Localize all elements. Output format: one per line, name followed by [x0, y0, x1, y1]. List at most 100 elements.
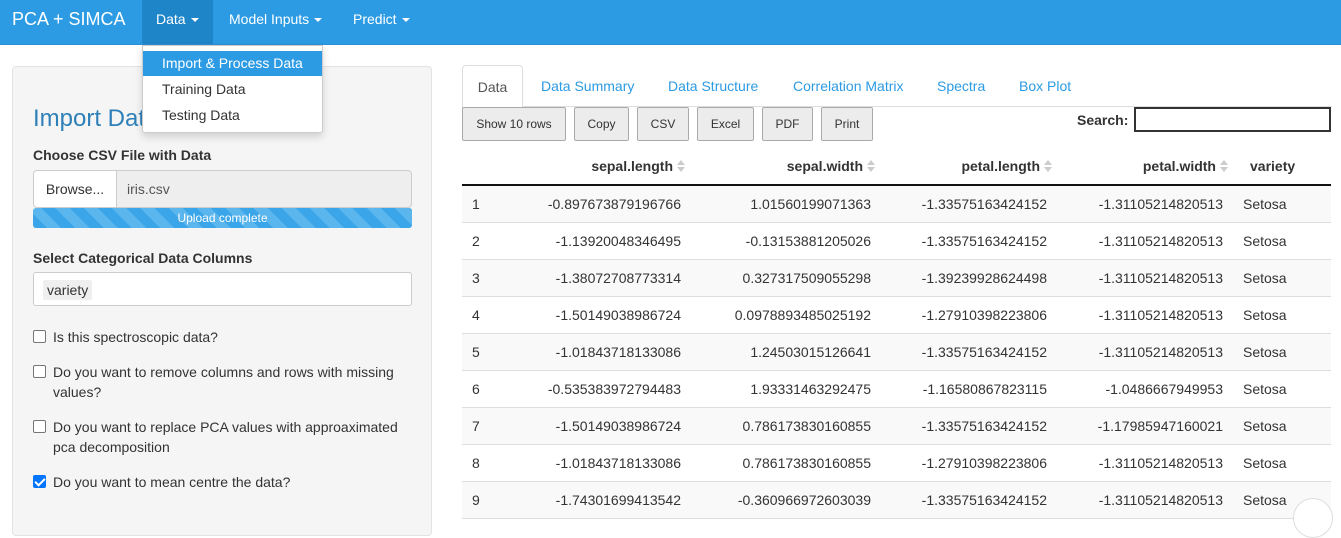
csv-button[interactable]: CSV — [637, 107, 689, 141]
table-cell: -1.33575163424152 — [921, 196, 1047, 212]
table-row[interactable]: 7 -1.50149038986724 0.786173830160855 -1… — [462, 408, 1331, 445]
table-cell: 1.24503015126641 — [750, 344, 871, 360]
spectroscopic-checkbox[interactable] — [33, 330, 46, 343]
file-name-field[interactable]: iris.csv — [116, 170, 412, 208]
caret-down-icon — [401, 18, 410, 23]
table-cell: -1.33575163424152 — [921, 492, 1047, 508]
table-cell: -0.535383972794483 — [547, 381, 681, 397]
tab-data[interactable]: Data — [462, 65, 523, 108]
nav-data-label: Data — [156, 11, 186, 27]
table-row[interactable]: 4 -1.50149038986724 0.0978893485025192 -… — [462, 297, 1331, 334]
column-header-label: sepal.length — [591, 158, 673, 174]
search-label: Search: — [1077, 112, 1129, 128]
table-row[interactable]: 8 -1.01843718133086 0.786173830160855 -1… — [462, 445, 1331, 482]
table-cell: Setosa — [1243, 418, 1287, 434]
table-row[interactable]: 5 -1.01843718133086 1.24503015126641 -1.… — [462, 334, 1331, 371]
table-cell: -1.31105214820513 — [1098, 344, 1223, 360]
tab-data-summary[interactable]: Data Summary — [541, 65, 634, 107]
checkbox-label: Do you want to replace PCA values with a… — [53, 419, 398, 455]
table-cell: Setosa — [1243, 455, 1287, 471]
table-cell: -0.13153881205026 — [745, 233, 871, 249]
sort-icon — [1044, 160, 1052, 172]
table-row[interactable]: 6 -0.535383972794483 1.93331463292475 -1… — [462, 371, 1331, 408]
menu-item-training-data[interactable]: Training Data — [143, 77, 322, 102]
table-cell: Setosa — [1243, 381, 1287, 397]
table-cell: -1.31105214820513 — [1098, 307, 1223, 323]
file-input-label: Choose CSV File with Data — [33, 147, 212, 163]
column-header-petal-width[interactable]: petal.width — [1052, 148, 1228, 184]
table-row[interactable]: 1 -0.897673879196766 1.01560199071363 -1… — [462, 186, 1331, 223]
nav-predict-label: Predict — [353, 11, 397, 27]
tab-box-plot[interactable]: Box Plot — [1019, 65, 1071, 107]
categorical-columns-select[interactable]: variety — [33, 272, 412, 306]
nav-model-inputs-menu[interactable]: Model Inputs — [215, 0, 336, 44]
table-cell: -1.33575163424152 — [921, 344, 1047, 360]
excel-button[interactable]: Excel — [697, 107, 754, 141]
tab-data-structure[interactable]: Data Structure — [668, 65, 758, 107]
table-cell: -1.27910398223806 — [921, 455, 1047, 471]
table-cell: 1.93331463292475 — [750, 381, 871, 397]
tab-spectra[interactable]: Spectra — [937, 65, 985, 107]
column-header-label: variety — [1250, 158, 1296, 174]
column-header-sepal-length[interactable]: sepal.length — [502, 148, 685, 184]
table-cell: -1.74301699413542 — [555, 492, 681, 508]
table-cell: -1.31105214820513 — [1098, 233, 1223, 249]
table-cell-index: 1 — [472, 196, 480, 212]
sidebar-panel: Import Data Choose CSV File with Data Br… — [12, 66, 432, 536]
table-cell: 0.327317509055298 — [742, 270, 871, 286]
remove-missing-checkbox[interactable] — [33, 365, 46, 378]
nav-predict-menu[interactable]: Predict — [339, 0, 424, 44]
table-cell: -1.50149038986724 — [555, 418, 681, 434]
table-cell: -1.38072708773314 — [555, 270, 681, 286]
tab-correlation-matrix[interactable]: Correlation Matrix — [793, 65, 903, 107]
mean-centre-checkbox[interactable] — [33, 475, 46, 488]
table-header: sepal.length sepal.width petal.length pe… — [462, 148, 1331, 186]
categorical-columns-label: Select Categorical Data Columns — [33, 250, 253, 266]
table-cell-index: 7 — [472, 418, 480, 434]
table-cell: -1.31105214820513 — [1098, 455, 1223, 471]
table-cell: -1.50149038986724 — [555, 307, 681, 323]
table-cell: -1.39239928624498 — [921, 270, 1047, 286]
table-cell: Setosa — [1243, 307, 1287, 323]
search-input[interactable] — [1134, 107, 1331, 132]
table-cell-index: 9 — [472, 492, 480, 508]
upload-progress-bar: Upload complete — [33, 208, 412, 228]
table-cell: Setosa — [1243, 196, 1287, 212]
table-cell: -1.31105214820513 — [1098, 196, 1223, 212]
table-cell: 1.01560199071363 — [750, 196, 871, 212]
table-row[interactable]: 2 -1.13920048346495 -0.13153881205026 -1… — [462, 223, 1331, 260]
scroll-to-top-button[interactable] — [1293, 498, 1333, 538]
column-header-petal-length[interactable]: petal.length — [875, 148, 1052, 184]
app-brand[interactable]: PCA + SIMCA — [12, 0, 126, 45]
table-cell: -1.16580867823115 — [922, 381, 1047, 397]
show-rows-button[interactable]: Show 10 rows — [462, 107, 566, 141]
checkbox-label: Do you want to remove columns and rows w… — [53, 364, 394, 400]
caret-down-icon — [190, 18, 199, 23]
table-cell-index: 2 — [472, 233, 480, 249]
menu-item-testing-data[interactable]: Testing Data — [143, 103, 322, 128]
copy-button[interactable]: Copy — [574, 107, 629, 141]
table-cell: 0.786173830160855 — [742, 418, 871, 434]
sort-icon — [1220, 160, 1228, 172]
table-row[interactable]: 9 -1.74301699413542 -0.360966972603039 -… — [462, 482, 1331, 519]
column-header-sepal-width[interactable]: sepal.width — [685, 148, 875, 184]
table-cell: Setosa — [1243, 270, 1287, 286]
sort-icon — [677, 160, 685, 172]
navbar: PCA + SIMCA Data Model Inputs Predict — [0, 0, 1341, 45]
browse-button[interactable]: Browse... — [33, 170, 117, 208]
table-cell: -0.897673879196766 — [547, 196, 681, 212]
column-header-variety[interactable]: variety — [1250, 148, 1325, 184]
table-cell: -1.13920048346495 — [555, 233, 681, 249]
nav-data-menu[interactable]: Data — [142, 0, 213, 44]
table-cell: -1.33575163424152 — [921, 418, 1047, 434]
table-cell-index: 5 — [472, 344, 480, 360]
nav-model-inputs-label: Model Inputs — [229, 11, 310, 27]
upload-progress-text: Upload complete — [177, 211, 268, 225]
table-row[interactable]: 3 -1.38072708773314 0.327317509055298 -1… — [462, 260, 1331, 297]
menu-item-import-process[interactable]: Import & Process Data — [143, 51, 322, 76]
replace-pca-checkbox[interactable] — [33, 420, 46, 433]
print-button[interactable]: Print — [821, 107, 873, 141]
pdf-button[interactable]: PDF — [762, 107, 813, 141]
main-tabs: Data Data Summary Data Structure Correla… — [462, 65, 1332, 108]
selected-column-chip[interactable]: variety — [43, 280, 93, 300]
